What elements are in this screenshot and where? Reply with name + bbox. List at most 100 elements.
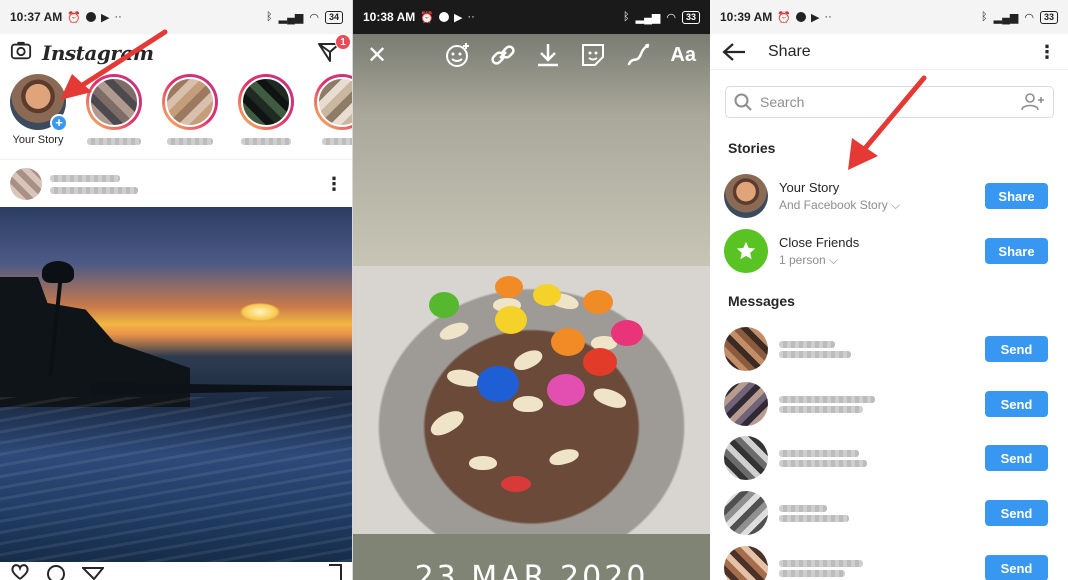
link-icon[interactable]	[490, 42, 516, 68]
comment-icon[interactable]	[46, 564, 66, 580]
avatar[interactable]	[10, 168, 42, 200]
download-icon[interactable]	[535, 42, 561, 68]
candy-orange	[583, 290, 613, 314]
story-photo-cake	[353, 266, 710, 534]
play-icon: ▶	[100, 11, 110, 24]
star-icon	[736, 241, 756, 260]
search-icon	[734, 93, 752, 111]
avatar	[724, 491, 768, 535]
heart-icon[interactable]	[10, 564, 30, 580]
message-row: Send	[724, 488, 1048, 538]
blurred-username	[779, 459, 867, 467]
share-icon[interactable]	[82, 564, 104, 580]
blurred-username	[167, 138, 213, 145]
sun	[240, 303, 280, 321]
status-time: 10:38 AM	[363, 10, 416, 24]
send-button[interactable]: Send	[985, 391, 1048, 417]
direct-messages-button[interactable]: 1	[317, 34, 351, 66]
send-button[interactable]: Send	[985, 555, 1048, 580]
notification-badge: 1	[335, 34, 351, 50]
row-subtitle-dropdown[interactable]: And Facebook Story ⌵	[779, 198, 900, 213]
bluetooth-icon: ᛒ	[266, 11, 273, 23]
text-tool-button[interactable]: Aa	[670, 44, 696, 67]
app-notification-icon	[438, 12, 449, 22]
face-effects-icon[interactable]	[445, 42, 471, 68]
play-icon: ▶	[453, 11, 463, 24]
send-button[interactable]: Send	[985, 445, 1048, 471]
bluetooth-icon: ᛒ	[981, 11, 988, 23]
candy-pink	[611, 320, 643, 346]
blurred-username	[779, 405, 863, 413]
more-notifications-icon: ··	[114, 11, 122, 23]
chevron-down-icon: ⌵	[891, 197, 901, 212]
app-notification-icon	[795, 12, 806, 22]
share-row-your-story: Your Story And Facebook Story ⌵ Share	[724, 171, 1048, 221]
play-icon: ▶	[810, 11, 820, 24]
annotation-arrow	[848, 75, 927, 170]
candy-yellow	[495, 306, 527, 334]
story-ring	[238, 74, 294, 130]
blurred-username	[779, 569, 845, 577]
share-header: Share ⋮	[710, 34, 1068, 70]
close-friends-avatar	[724, 229, 768, 273]
cashew	[511, 346, 545, 374]
signal-icon: ▂▄▆	[993, 11, 1019, 24]
share-row-close-friends: Close Friends 1 person ⌵ Share	[724, 226, 1048, 276]
candy-orange	[495, 276, 523, 298]
annotation-arrow	[60, 29, 168, 100]
alarm-icon: ⏰	[420, 11, 434, 24]
avatar	[724, 436, 768, 480]
sticker-icon[interactable]	[580, 42, 606, 68]
row-name: Your Story	[779, 179, 840, 195]
post-options-icon[interactable]: ⋮	[325, 175, 343, 193]
cashew	[426, 406, 468, 440]
candy-red	[501, 476, 531, 492]
date-sticker[interactable]: 23 MAR 2020	[353, 560, 710, 580]
back-arrow-icon[interactable]	[722, 42, 746, 62]
blurred-name	[779, 504, 827, 512]
camera-icon[interactable]	[10, 40, 32, 67]
story-ring	[162, 74, 218, 130]
draw-icon[interactable]	[625, 42, 651, 68]
add-people-icon[interactable]	[1021, 93, 1045, 111]
blurred-username	[241, 138, 291, 145]
close-icon[interactable]: ✕	[367, 41, 387, 70]
blurred-username	[322, 138, 353, 145]
message-row: Send	[724, 379, 1048, 429]
story-item[interactable]	[162, 74, 218, 159]
instagram-feed-screen: 10:37 AM ⏰ ▶ ·· ᛒ ▂▄▆ ◠ 34 Instagram 1 +	[0, 0, 353, 580]
story-item[interactable]	[314, 74, 353, 159]
avatar	[724, 546, 768, 580]
story-label: Your Story	[12, 134, 64, 146]
blurred-username	[50, 174, 120, 182]
candy-blue	[477, 366, 519, 402]
battery-icon: 34	[324, 10, 343, 24]
candy-pink	[547, 374, 585, 406]
blurred-name	[779, 340, 835, 348]
signal-icon: ▂▄▆	[278, 11, 304, 24]
avatar	[241, 77, 291, 127]
signal-icon: ▂▄▆	[635, 11, 661, 24]
story-ring	[314, 74, 353, 130]
avatar	[724, 382, 768, 426]
row-subtitle-dropdown[interactable]: 1 person ⌵	[779, 253, 859, 268]
candy-orange	[551, 328, 585, 356]
story-item[interactable]	[238, 74, 294, 159]
alarm-icon: ⏰	[777, 11, 791, 24]
add-story-icon[interactable]: +	[50, 114, 68, 132]
bookmark-icon[interactable]	[327, 564, 343, 580]
battery-icon: 33	[1039, 10, 1058, 24]
send-button[interactable]: Send	[985, 336, 1048, 362]
share-close-friends-button[interactable]: Share	[985, 238, 1048, 264]
send-button[interactable]: Send	[985, 500, 1048, 526]
more-notifications-icon: ··	[824, 11, 832, 23]
cashew	[469, 456, 497, 470]
share-your-story-button[interactable]: Share	[985, 183, 1048, 209]
post-author[interactable]	[50, 174, 138, 194]
more-options-icon[interactable]: ⋮	[1038, 43, 1056, 61]
blurred-username	[779, 514, 849, 522]
cashew	[437, 319, 471, 343]
post-photo[interactable]	[0, 207, 353, 562]
blurred-name	[779, 559, 863, 567]
wifi-icon: ◠	[666, 11, 676, 24]
